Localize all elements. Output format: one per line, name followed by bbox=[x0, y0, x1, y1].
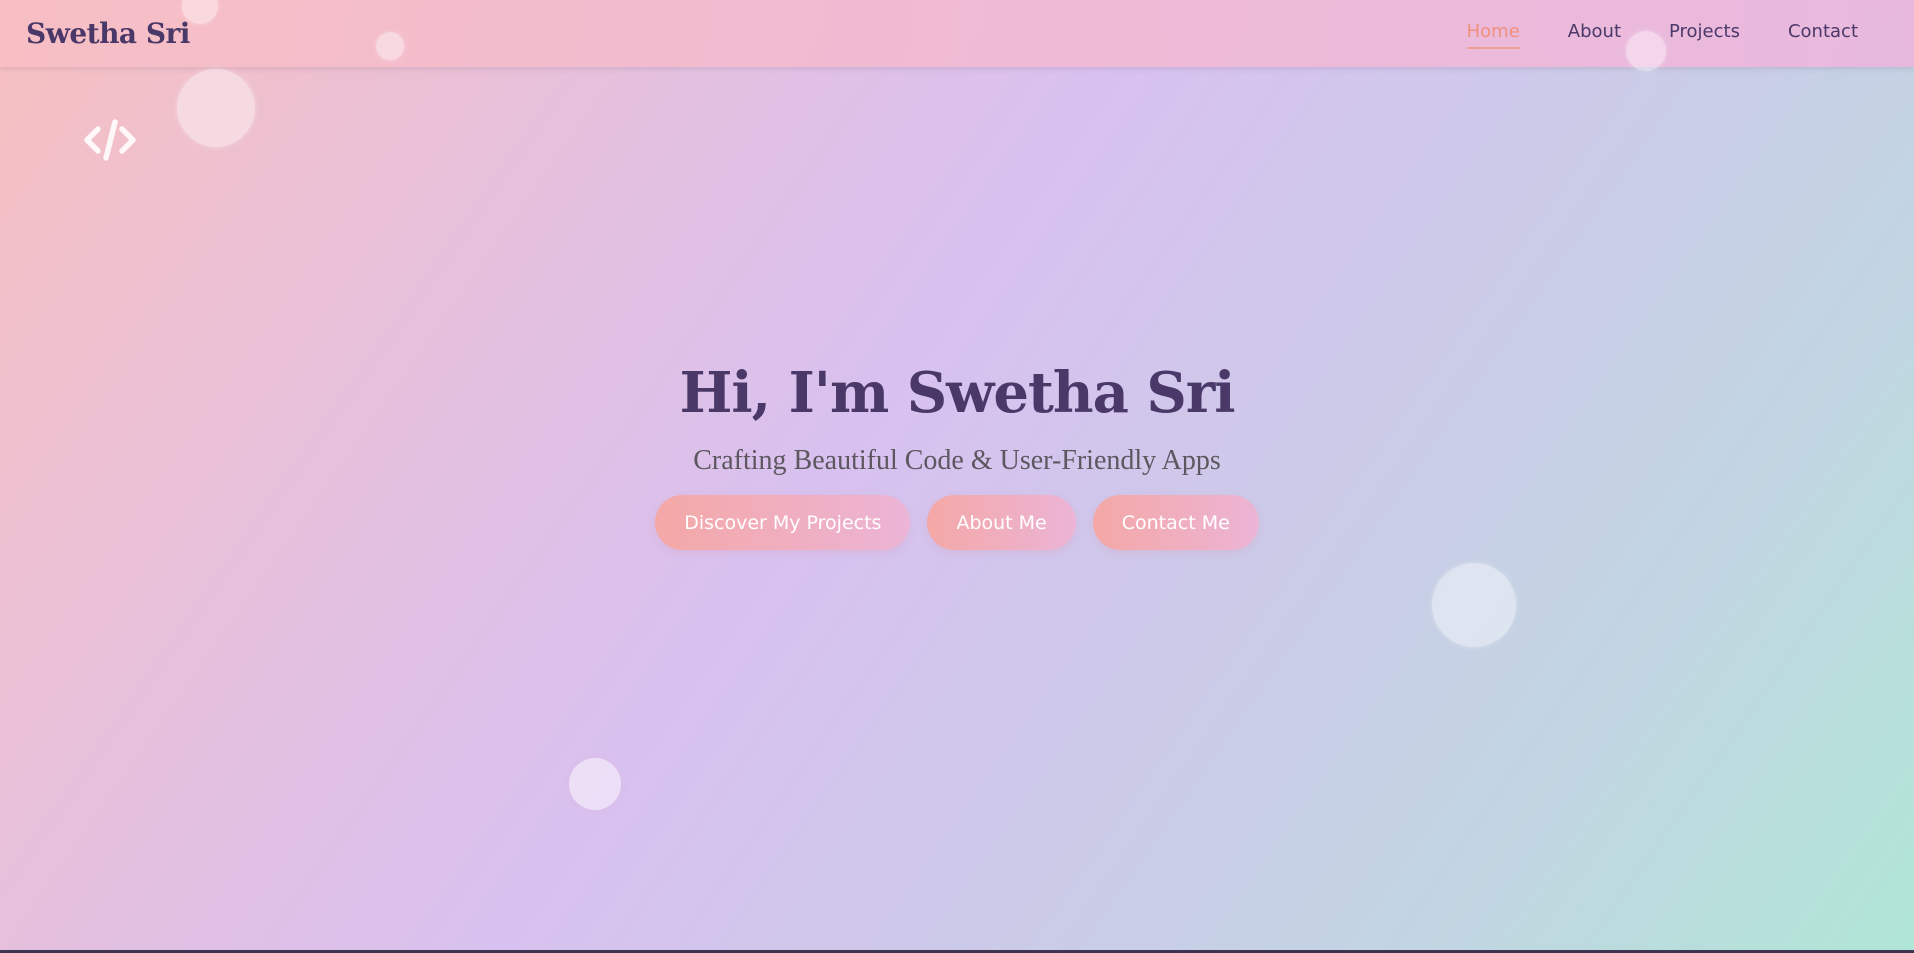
brand-logo[interactable]: Swetha Sri bbox=[26, 17, 190, 50]
hero-subtitle: Crafting Beautiful Code & User-Friendly … bbox=[693, 445, 1221, 477]
nav-link-about[interactable]: About bbox=[1568, 21, 1621, 46]
hero-button-row: Discover My Projects About Me Contact Me bbox=[655, 495, 1259, 551]
decorative-bubble bbox=[177, 69, 255, 147]
code-icon bbox=[84, 119, 136, 161]
about-me-button[interactable]: About Me bbox=[927, 495, 1076, 551]
nav-link-projects[interactable]: Projects bbox=[1669, 21, 1740, 46]
nav-links: Home About Projects Contact bbox=[1466, 21, 1858, 49]
nav-link-contact[interactable]: Contact bbox=[1788, 21, 1858, 46]
discover-projects-button[interactable]: Discover My Projects bbox=[655, 495, 911, 551]
hero-title: Hi, I'm Swetha Sri bbox=[679, 360, 1235, 426]
top-navbar: Swetha Sri Home About Projects Contact bbox=[0, 0, 1914, 67]
decorative-bubble bbox=[1432, 563, 1516, 647]
nav-link-home[interactable]: Home bbox=[1466, 21, 1520, 49]
contact-me-button[interactable]: Contact Me bbox=[1092, 495, 1259, 551]
hero-section: Hi, I'm Swetha Sri Crafting Beautiful Co… bbox=[0, 360, 1914, 551]
decorative-bubble bbox=[569, 758, 621, 810]
